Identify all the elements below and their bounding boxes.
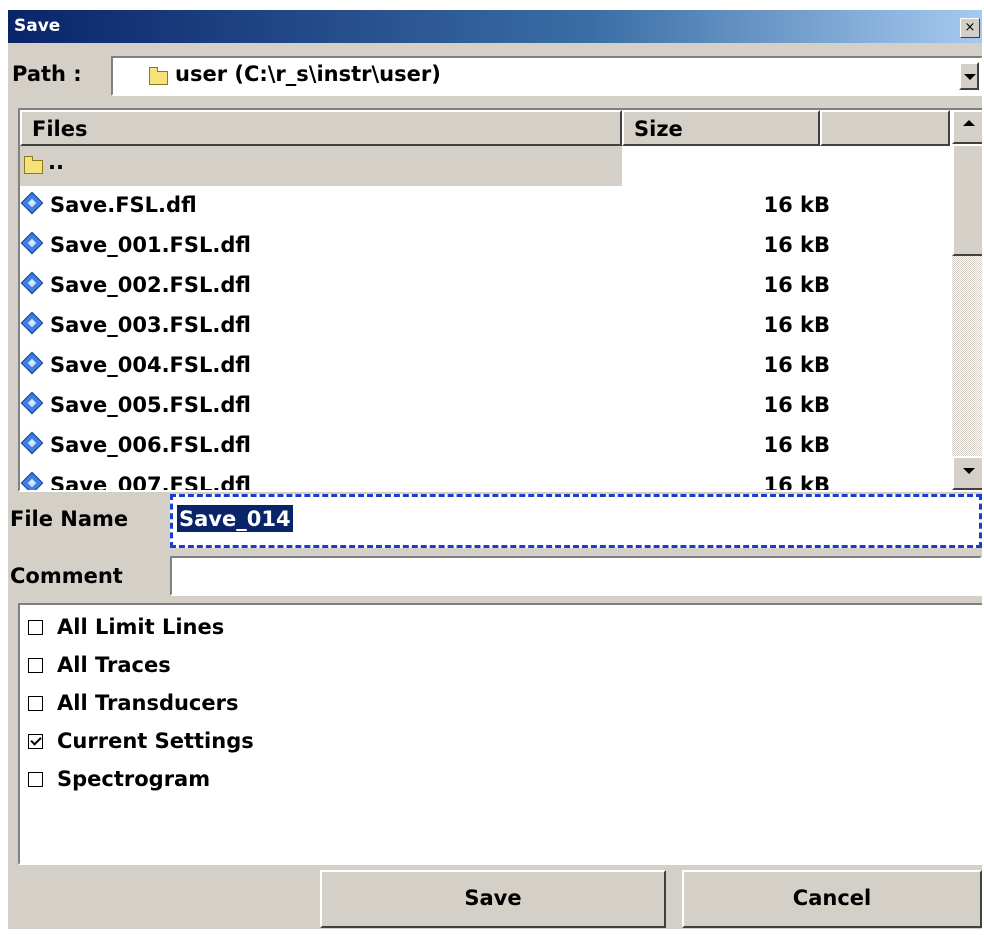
file-name-value: Save_014 bbox=[177, 505, 293, 532]
path-dropdown-button[interactable] bbox=[959, 62, 979, 90]
cancel-button[interactable]: Cancel bbox=[682, 870, 982, 928]
file-name-label: File Name bbox=[10, 507, 129, 531]
file-size: 16 kB bbox=[763, 353, 830, 377]
rs-file-icon bbox=[20, 471, 44, 490]
rs-file-icon bbox=[20, 311, 44, 335]
close-icon: × bbox=[964, 20, 976, 35]
rs-file-icon bbox=[20, 191, 44, 215]
column-header-size-label: Size bbox=[634, 117, 683, 141]
file-name: Save_002.FSL.dfl bbox=[50, 273, 251, 297]
rs-file-icon bbox=[20, 271, 44, 295]
option-label: All Traces bbox=[57, 653, 171, 677]
save-dialog: Save × Path : user (C:\r_s\instr\user) F… bbox=[8, 10, 982, 929]
option-label: Spectrogram bbox=[57, 767, 211, 791]
option-current-settings[interactable]: Current Settings bbox=[28, 729, 254, 753]
file-size: 16 kB bbox=[763, 233, 830, 257]
file-row[interactable]: Save_001.FSL.dfl 16 kB bbox=[20, 226, 950, 266]
option-spectrogram[interactable]: Spectrogram bbox=[28, 767, 210, 791]
scroll-thumb[interactable] bbox=[952, 144, 982, 256]
file-row[interactable]: Save_005.FSL.dfl 16 kB bbox=[20, 386, 950, 426]
option-label: Current Settings bbox=[57, 729, 254, 753]
comment-label: Comment bbox=[10, 564, 123, 588]
save-button-label: Save bbox=[464, 886, 522, 910]
file-size: 16 kB bbox=[763, 473, 830, 492]
file-list[interactable]: Files Size .. Save.FSL.dfl 16 kB Save_00… bbox=[18, 108, 982, 492]
scroll-up-button[interactable] bbox=[952, 110, 982, 144]
column-header-files-label: Files bbox=[32, 117, 88, 141]
rs-file-icon bbox=[20, 431, 44, 455]
file-list-scrollbar[interactable] bbox=[952, 110, 982, 490]
checkbox[interactable] bbox=[28, 772, 43, 787]
cancel-button-label: Cancel bbox=[792, 886, 872, 910]
file-name: Save_005.FSL.dfl bbox=[50, 393, 251, 417]
checkbox[interactable] bbox=[28, 620, 43, 635]
file-size: 16 kB bbox=[763, 273, 830, 297]
file-row[interactable]: Save_004.FSL.dfl 16 kB bbox=[20, 346, 950, 386]
scroll-down-button[interactable] bbox=[952, 456, 982, 490]
checkbox-checked[interactable] bbox=[28, 734, 43, 749]
folder-icon bbox=[24, 156, 43, 174]
file-size: 16 kB bbox=[763, 393, 830, 417]
file-size: 16 kB bbox=[763, 193, 830, 217]
path-value: user (C:\r_s\instr\user) bbox=[175, 62, 441, 86]
chevron-down-icon bbox=[963, 468, 975, 474]
column-header-files[interactable]: Files bbox=[20, 110, 622, 146]
column-header-size[interactable]: Size bbox=[622, 110, 820, 146]
file-name: Save.FSL.dfl bbox=[50, 193, 197, 217]
save-button[interactable]: Save bbox=[320, 870, 666, 928]
file-size: 16 kB bbox=[763, 313, 830, 337]
file-row[interactable]: Save_006.FSL.dfl 16 kB bbox=[20, 426, 950, 466]
rs-file-icon bbox=[20, 391, 44, 415]
path-dropdown[interactable]: user (C:\r_s\instr\user) bbox=[111, 56, 982, 96]
file-name: Save_004.FSL.dfl bbox=[50, 353, 251, 377]
file-name-input[interactable]: Save_014 bbox=[170, 494, 982, 548]
chevron-down-icon bbox=[964, 74, 976, 80]
file-name: Save_003.FSL.dfl bbox=[50, 313, 251, 337]
file-row[interactable]: Save_002.FSL.dfl 16 kB bbox=[20, 266, 950, 306]
title-bar[interactable]: Save × bbox=[8, 10, 982, 43]
checkbox[interactable] bbox=[28, 696, 43, 711]
close-button[interactable]: × bbox=[960, 18, 980, 38]
checkbox[interactable] bbox=[28, 658, 43, 673]
save-items-list: All Limit Lines All Traces All Transduce… bbox=[18, 603, 982, 865]
folder-icon bbox=[149, 67, 168, 85]
option-all-limit-lines[interactable]: All Limit Lines bbox=[28, 615, 224, 639]
chevron-up-icon bbox=[963, 120, 975, 126]
option-all-transducers[interactable]: All Transducers bbox=[28, 691, 238, 715]
dialog-title: Save bbox=[14, 16, 61, 36]
file-name: Save_001.FSL.dfl bbox=[50, 233, 251, 257]
file-size: 16 kB bbox=[763, 433, 830, 457]
parent-folder-row[interactable]: .. bbox=[20, 146, 622, 186]
file-row[interactable]: Save_007.FSL.dfl 16 kB bbox=[20, 466, 950, 492]
path-label: Path : bbox=[12, 62, 82, 86]
comment-input[interactable] bbox=[170, 556, 982, 596]
file-name: Save_006.FSL.dfl bbox=[50, 433, 251, 457]
rs-file-icon bbox=[20, 231, 44, 255]
option-label: All Transducers bbox=[57, 691, 239, 715]
parent-folder-label: .. bbox=[48, 150, 64, 174]
file-row[interactable]: Save_003.FSL.dfl 16 kB bbox=[20, 306, 950, 346]
file-name: Save_007.FSL.dfl bbox=[50, 473, 251, 492]
rs-file-icon bbox=[20, 351, 44, 375]
option-label: All Limit Lines bbox=[57, 615, 225, 639]
option-all-traces[interactable]: All Traces bbox=[28, 653, 171, 677]
column-header-blank[interactable] bbox=[820, 110, 950, 146]
file-row[interactable]: Save.FSL.dfl 16 kB bbox=[20, 186, 950, 226]
